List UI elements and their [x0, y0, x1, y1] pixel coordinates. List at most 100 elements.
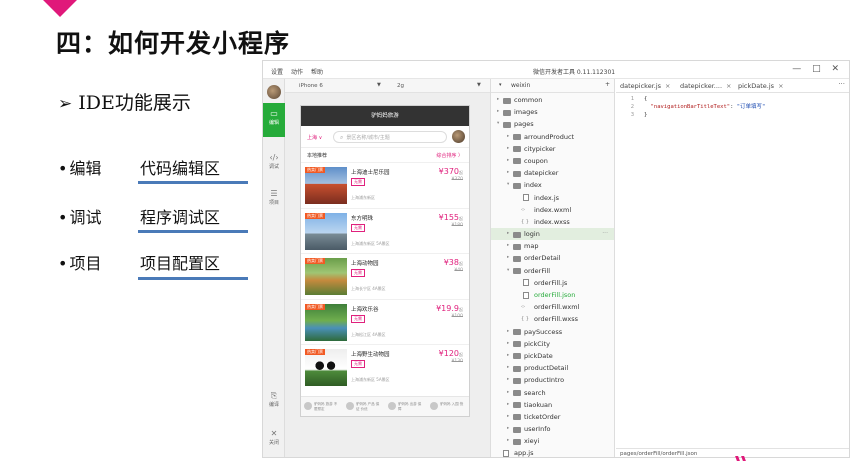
tree-folder[interactable]: ▸ paySuccess: [491, 326, 614, 338]
tree-file[interactable]: ‹› index.wxml: [491, 204, 614, 216]
chevron-down-icon[interactable]: ▼: [377, 82, 381, 88]
item-name: 上海欢乐谷: [351, 306, 379, 313]
chevron-icon[interactable]: ▸: [507, 143, 509, 155]
chevron-icon[interactable]: ▾: [507, 179, 509, 191]
leftbar-edit[interactable]: ▭ 编辑: [263, 103, 285, 137]
tree-folder[interactable]: ▸ map: [491, 240, 614, 252]
tree-folder[interactable]: ▸ login ···: [491, 228, 614, 241]
leftbar-project[interactable]: ☰ 项目: [263, 189, 285, 206]
tree-folder[interactable]: ▸ citypicker: [491, 143, 614, 155]
chevron-icon[interactable]: ▸: [507, 387, 509, 399]
tree-folder[interactable]: ▾ index: [491, 179, 614, 191]
editor-tab[interactable]: pickDate.js ×: [738, 82, 784, 90]
phone-avatar[interactable]: [452, 130, 465, 143]
chevron-icon[interactable]: ▸: [507, 167, 509, 179]
feature-tab[interactable]: 驴妈妈 旅游 不限预定: [301, 397, 343, 416]
more-icon[interactable]: ···: [838, 80, 845, 88]
code-area[interactable]: 1{ 2 "navigationBarTitleText": "订单填写" 3}: [616, 95, 849, 119]
chevron-down-icon[interactable]: ▼: [477, 82, 481, 88]
feature-debug-underline: [138, 230, 248, 233]
chevron-icon[interactable]: ▸: [507, 326, 509, 338]
tree-file[interactable]: ‹› orderFill.wxml: [491, 301, 614, 313]
menu-settings[interactable]: 设置: [271, 69, 283, 76]
tree-folder[interactable]: ▸ pickCity: [491, 338, 614, 350]
chevron-icon[interactable]: ▸: [507, 374, 509, 386]
tree-folder[interactable]: ▸ productDetail: [491, 362, 614, 374]
window-controls[interactable]: — □ ✕: [792, 64, 843, 74]
chevron-icon[interactable]: ▸: [507, 362, 509, 374]
tree-folder[interactable]: ▸ search: [491, 387, 614, 399]
chevron-icon[interactable]: ▾: [497, 118, 499, 130]
editor-status-path: pages/orderFill/orderFill.json: [616, 448, 849, 457]
search-input[interactable]: ⌕ 景区名称/城市/主题: [333, 131, 447, 143]
chevron-icon[interactable]: ▸: [507, 435, 509, 447]
tree-folder[interactable]: ▸ common: [491, 94, 614, 106]
feature-tab[interactable]: 驴妈妈 产品 保证 价优: [343, 397, 385, 416]
tree-folder[interactable]: ▸ datepicker: [491, 167, 614, 179]
chevron-icon[interactable]: ▸: [507, 399, 509, 411]
more-icon[interactable]: ···: [602, 228, 608, 240]
tree-folder[interactable]: ▸ productIntro: [491, 374, 614, 386]
list-item[interactable]: 热卖门票 上海欢乐谷 无需 上海松江区 4A景区 ¥19.9起 ¥100: [301, 298, 469, 345]
chevron-icon[interactable]: ▸: [497, 94, 499, 106]
editor-tab[interactable]: datepicker.... ×: [680, 82, 732, 90]
tree-folder[interactable]: ▸ pickDate: [491, 350, 614, 362]
chevron-icon[interactable]: ▸: [497, 106, 499, 118]
item-badge: 无需: [351, 269, 365, 277]
tree-folder[interactable]: ▸ coupon: [491, 155, 614, 167]
city-select[interactable]: 上海 ∨: [307, 134, 322, 141]
chevron-icon[interactable]: ▸: [507, 423, 509, 435]
tree-file[interactable]: { } orderFill.wxss: [491, 313, 614, 325]
chevron-icon[interactable]: ▸: [507, 338, 509, 350]
add-file-icon[interactable]: +: [605, 81, 610, 88]
tree-folder[interactable]: ▸ xieyi: [491, 435, 614, 447]
tree-folder[interactable]: ▸ userInfo: [491, 423, 614, 435]
tree-folder[interactable]: ▾ pages: [491, 118, 614, 130]
chevron-icon[interactable]: ▸: [507, 411, 509, 423]
leftbar-compile[interactable]: ⎘ 编译: [263, 391, 285, 408]
feature-icon: [388, 402, 396, 410]
user-avatar[interactable]: [267, 85, 281, 99]
feature-tab[interactable]: 驴妈妈 出游 保障: [385, 397, 427, 416]
tree-file[interactable]: orderFill.js: [491, 277, 614, 289]
leftbar-debug[interactable]: ‹/› 调试: [263, 153, 285, 170]
editor-tab[interactable]: datepicker.js ×: [620, 82, 670, 90]
tree-folder[interactable]: ▸ ticketOrder: [491, 411, 614, 423]
chevron-icon[interactable]: ▸: [507, 155, 509, 167]
chevron-icon[interactable]: ▸: [507, 252, 509, 264]
list-item[interactable]: 热卖门票 上海迪士尼乐园 无需 上海浦东新区 ¥370起 ¥370: [301, 162, 469, 208]
tree-folder[interactable]: ▸ images: [491, 106, 614, 118]
device-select[interactable]: iPhone 6: [299, 83, 323, 89]
list-item[interactable]: 热卖门票 上海动物园 无需 上海长宁区 4A景区 ¥38起 ¥40: [301, 253, 469, 299]
tree-file[interactable]: orderFill.json: [491, 289, 614, 301]
menu-help[interactable]: 帮助: [311, 69, 323, 76]
chevron-down-icon[interactable]: ▾: [499, 82, 502, 88]
feature-tab[interactable]: 驴妈妈 入园 快: [427, 397, 469, 416]
tree-item-label: images: [514, 108, 538, 117]
close-tab-icon[interactable]: ×: [726, 82, 731, 90]
list-item[interactable]: 热卖门票 上海野生动物园 无需 上海浦东新区 5A景区 ¥120起 ¥130: [301, 344, 469, 390]
leftbar-close[interactable]: ✕ 关闭: [263, 429, 285, 446]
network-select[interactable]: 2g: [397, 83, 404, 89]
tree-folder[interactable]: ▸ arroundProduct: [491, 131, 614, 143]
tree-folder[interactable]: ▾ orderFill: [491, 265, 614, 277]
list-item[interactable]: 热卖门票 东方明珠 无需 上海浦东新区 5A景区 ¥155起 ¥180: [301, 207, 469, 254]
chevron-icon[interactable]: ▸: [507, 240, 509, 252]
tree-file[interactable]: index.js: [491, 192, 614, 204]
sort-button[interactable]: 综合排序 〉: [436, 152, 463, 159]
chevron-icon[interactable]: ▾: [507, 265, 509, 277]
chevron-icon[interactable]: ▸: [507, 131, 509, 143]
feature-debug-desc: 程序调试区: [140, 208, 221, 227]
phone-nav-title: 驴妈妈旅游: [301, 106, 469, 126]
tree-folder[interactable]: ▸ orderDetail: [491, 252, 614, 264]
feature-project: • 项目: [58, 254, 102, 273]
tree-folder[interactable]: ▸ tiaokuan: [491, 399, 614, 411]
tree-file[interactable]: app.js: [491, 447, 614, 457]
close-tab-icon[interactable]: ×: [665, 82, 670, 90]
chevron-icon[interactable]: ▸: [507, 228, 509, 240]
menu-actions[interactable]: 动作: [291, 69, 303, 76]
tree-file[interactable]: { } index.wxss: [491, 216, 614, 228]
tree-item-label: orderFill.json: [534, 291, 576, 299]
chevron-icon[interactable]: ▸: [507, 350, 509, 362]
close-tab-icon[interactable]: ×: [778, 82, 783, 90]
